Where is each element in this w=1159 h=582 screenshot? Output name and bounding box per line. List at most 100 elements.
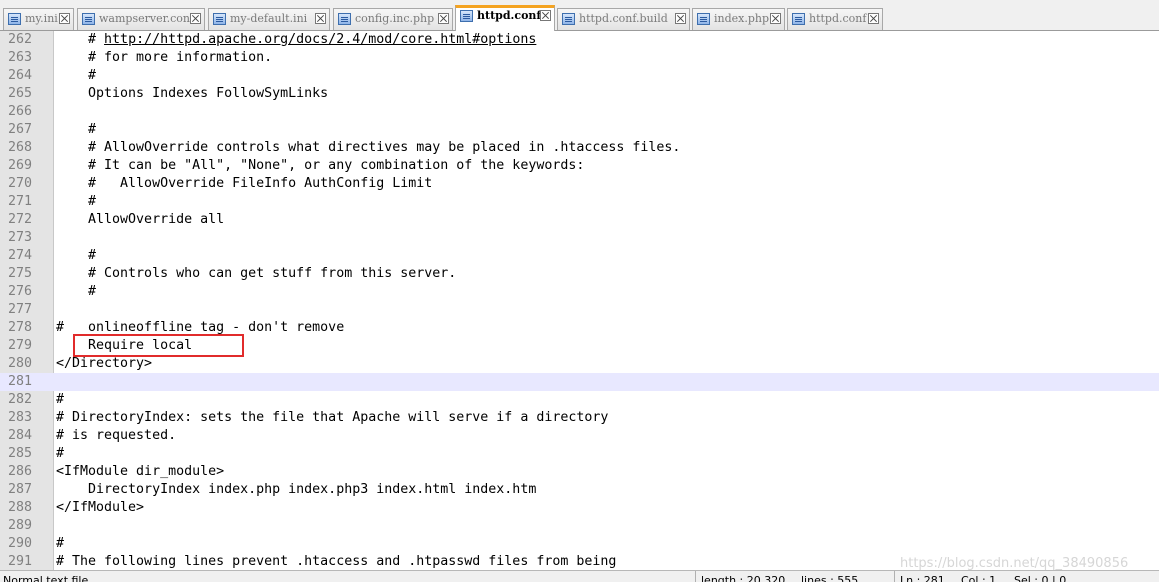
- line-number: 266: [8, 104, 33, 119]
- line-number: 267: [8, 122, 33, 137]
- code-line: 273: [0, 229, 1159, 247]
- tab-label: my-default.ini: [230, 12, 308, 25]
- tab-bar: my.ini wampserver.conf my-default.ini co…: [0, 0, 1159, 31]
- code-text: # Controls who can get stuff from this s…: [56, 266, 457, 281]
- code-line: 287 DirectoryIndex index.php index.php3 …: [0, 481, 1159, 499]
- code-text-prefix: #: [56, 32, 105, 47]
- file-icon: [213, 13, 226, 25]
- tab-config-inc-php[interactable]: config.inc.php: [333, 8, 453, 30]
- code-line: 272 AllowOverride all: [0, 211, 1159, 229]
- code-line: 282 #: [0, 391, 1159, 409]
- code-line: 271 #: [0, 193, 1159, 211]
- status-divider: [894, 571, 895, 582]
- code-text: # DirectoryIndex: sets the file that Apa…: [56, 410, 609, 425]
- line-number: 264: [8, 68, 33, 83]
- line-number: 281: [8, 374, 33, 389]
- code-text: # AllowOverride FileInfo AuthConfig Limi…: [56, 176, 433, 191]
- tab-httpd-conf[interactable]: httpd.conf: [455, 5, 555, 31]
- tab-my-ini[interactable]: my.ini: [3, 8, 74, 30]
- close-icon[interactable]: [190, 13, 201, 24]
- code-text: # http://httpd.apache.org/docs/2.4/mod/c…: [56, 31, 536, 49]
- code-line: 267 #: [0, 121, 1159, 139]
- tab-label: httpd.conf: [477, 9, 542, 22]
- line-number: 280: [8, 356, 33, 371]
- status-selection: Sel : 0 | 0: [1014, 574, 1067, 582]
- close-icon[interactable]: [675, 13, 686, 24]
- code-text: </IfModule>: [56, 500, 145, 515]
- code-text: #: [56, 194, 97, 209]
- close-icon[interactable]: [540, 10, 551, 21]
- code-text: # is requested.: [56, 428, 177, 443]
- status-column: Col : 1: [961, 574, 997, 582]
- line-number: 282: [8, 392, 33, 407]
- line-number: 278: [8, 320, 33, 335]
- tab-index-php[interactable]: index.php: [692, 8, 785, 30]
- line-number: 275: [8, 266, 33, 281]
- line-number: 286: [8, 464, 33, 479]
- status-bar: Normal text file length : 20,320 lines :…: [0, 570, 1159, 582]
- line-number: 272: [8, 212, 33, 227]
- close-icon[interactable]: [438, 13, 449, 24]
- code-line: 263 # for more information.: [0, 49, 1159, 67]
- code-text: #: [56, 536, 65, 551]
- status-position: Ln : 281: [900, 574, 945, 582]
- docs-link[interactable]: http://httpd.apache.org/docs/2.4/mod/cor…: [104, 32, 536, 47]
- code-line: 275 # Controls who can get stuff from th…: [0, 265, 1159, 283]
- code-text: Options Indexes FollowSymLinks: [56, 86, 329, 101]
- line-number: 269: [8, 158, 33, 173]
- code-lines: 262 # http://httpd.apache.org/docs/2.4/m…: [0, 31, 1159, 570]
- tab-label: index.php: [714, 12, 770, 25]
- line-number: 277: [8, 302, 33, 317]
- tab-label: httpd.conf: [809, 12, 867, 25]
- code-text: #: [56, 122, 97, 137]
- code-line: 289: [0, 517, 1159, 535]
- code-text: # for more information.: [56, 50, 273, 65]
- code-text: #: [56, 248, 97, 263]
- close-icon[interactable]: [315, 13, 326, 24]
- highlight-box: [73, 334, 244, 357]
- code-editor[interactable]: 262 # http://httpd.apache.org/docs/2.4/m…: [0, 31, 1159, 570]
- status-length: length : 20,320: [701, 574, 786, 582]
- code-text: # The following lines prevent .htaccess …: [56, 554, 617, 569]
- code-line: 264 #: [0, 67, 1159, 85]
- tab-label: my.ini: [25, 12, 58, 25]
- code-line: 265 Options Indexes FollowSymLinks: [0, 85, 1159, 103]
- close-icon[interactable]: [770, 13, 781, 24]
- code-line: 276 #: [0, 283, 1159, 301]
- line-number: 283: [8, 410, 33, 425]
- line-number: 289: [8, 518, 33, 533]
- current-line: 281: [0, 373, 1159, 391]
- status-divider: [695, 571, 696, 582]
- line-number: 285: [8, 446, 33, 461]
- line-number: 288: [8, 500, 33, 515]
- file-icon: [562, 13, 575, 25]
- tab-httpd-conf-2[interactable]: httpd.conf: [787, 8, 883, 30]
- code-line: 284 # is requested.: [0, 427, 1159, 445]
- code-line: 274 #: [0, 247, 1159, 265]
- file-icon: [82, 13, 95, 25]
- status-file-type: Normal text file: [3, 574, 89, 582]
- code-line: 285 #: [0, 445, 1159, 463]
- code-text: DirectoryIndex index.php index.php3 inde…: [56, 482, 537, 497]
- tab-my-default-ini[interactable]: my-default.ini: [208, 8, 330, 30]
- code-text: #: [56, 392, 65, 407]
- code-line: 280 </Directory>: [0, 355, 1159, 373]
- code-text: #: [56, 284, 97, 299]
- code-line: 266: [0, 103, 1159, 121]
- line-number: 279: [8, 338, 33, 353]
- tab-label: config.inc.php: [355, 12, 435, 25]
- line-number: 271: [8, 194, 33, 209]
- file-icon: [460, 10, 473, 22]
- line-number: 291: [8, 554, 33, 569]
- line-number: 276: [8, 284, 33, 299]
- code-text: AllowOverride all: [56, 212, 225, 227]
- line-number: 290: [8, 536, 33, 551]
- code-line: 270 # AllowOverride FileInfo AuthConfig …: [0, 175, 1159, 193]
- tab-httpd-conf-build[interactable]: httpd.conf.build: [557, 8, 690, 30]
- close-icon[interactable]: [59, 13, 70, 24]
- code-line: 277: [0, 301, 1159, 319]
- code-line: 283 # DirectoryIndex: sets the file that …: [0, 409, 1159, 427]
- tab-wampserver-conf[interactable]: wampserver.conf: [77, 8, 205, 30]
- code-line: 286 <IfModule dir_module>: [0, 463, 1159, 481]
- close-icon[interactable]: [868, 13, 879, 24]
